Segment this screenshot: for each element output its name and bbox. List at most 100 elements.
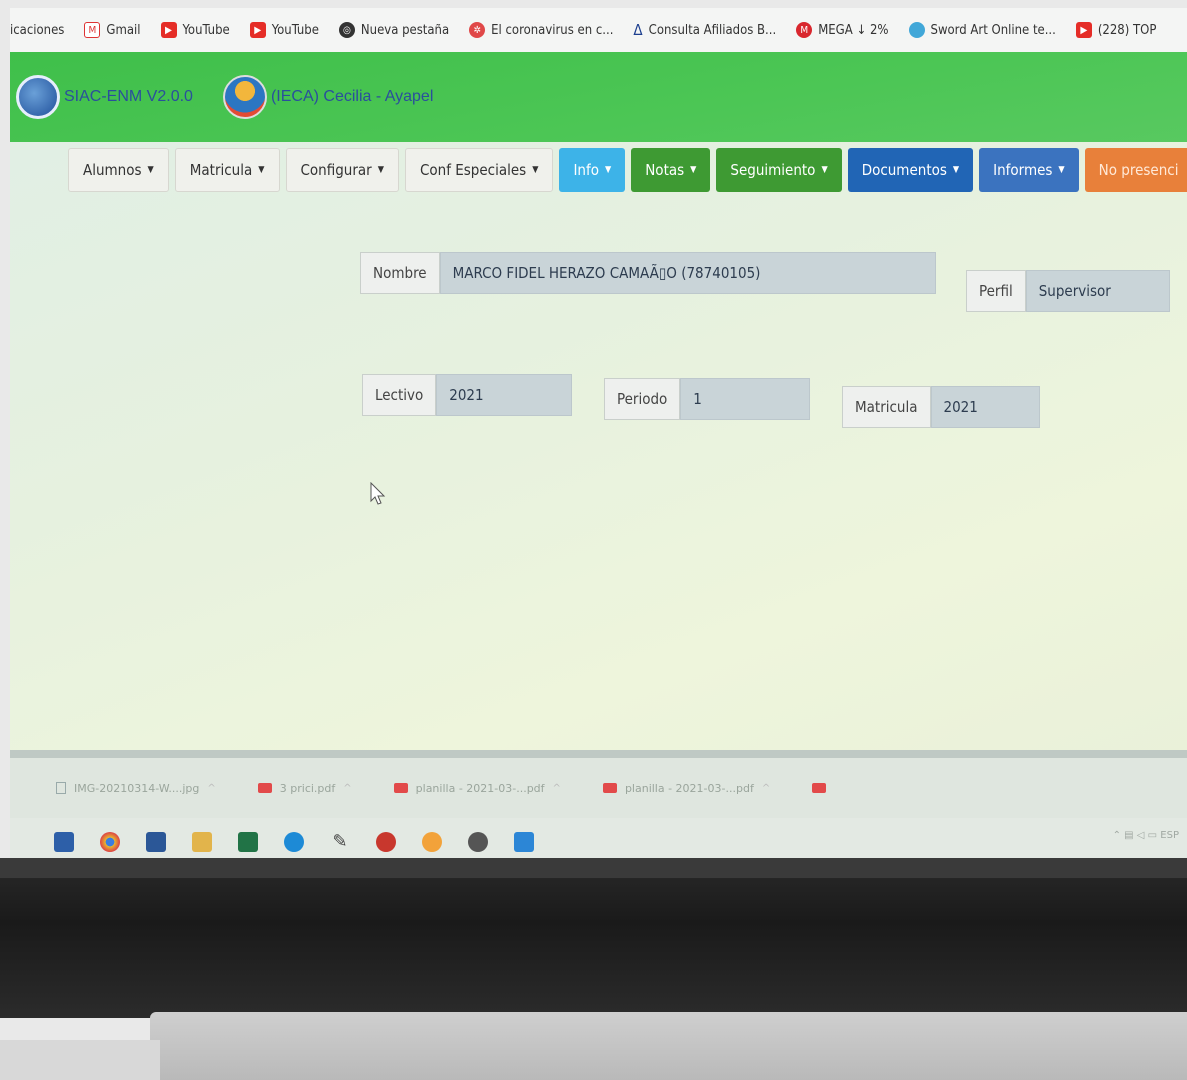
- photos-icon[interactable]: [514, 832, 534, 852]
- perfil-label: Perfil: [966, 270, 1026, 312]
- desk-surface: [0, 1040, 160, 1080]
- bookmark-label: El coronavirus en c...: [491, 22, 614, 38]
- bookmark-nueva-pestana[interactable]: ◎ Nueva pestaña: [338, 22, 450, 38]
- caret-down-icon: ▼: [532, 165, 539, 175]
- triangle-icon: Δ: [633, 21, 643, 39]
- tray-lang: ESP: [1160, 830, 1179, 841]
- nav-matricula[interactable]: Matricula ▼: [174, 148, 280, 192]
- blue-dot-icon: [908, 22, 925, 38]
- windows-start-icon[interactable]: [54, 832, 74, 852]
- nombre-field: Nombre MARCO FIDEL HERAZO CAMAÃ▯O (78740…: [360, 252, 936, 294]
- chrome-icon[interactable]: [100, 832, 120, 852]
- bookmark-label: YouTube: [182, 22, 230, 38]
- mouse-cursor-icon: [370, 482, 386, 505]
- bookmark-label: Gmail: [106, 22, 141, 38]
- chevron-up-icon[interactable]: ^: [553, 783, 561, 794]
- download-item[interactable]: IMG-20210314-W....jpg ^: [56, 782, 216, 795]
- bookmark-apps[interactable]: icaciones: [10, 23, 64, 38]
- laptop-bezel-edge: [0, 858, 1187, 878]
- nav-notas[interactable]: Notas ▼: [631, 148, 711, 192]
- file-icon: [56, 782, 66, 794]
- bookmark-label: Consulta Afiliados B...: [648, 22, 777, 38]
- bookmark-label: YouTube: [271, 22, 319, 38]
- laptop-base: [150, 1012, 1187, 1080]
- nav-documentos[interactable]: Documentos ▼: [847, 148, 974, 192]
- virus-icon: ✲: [469, 22, 486, 38]
- caret-down-icon: ▼: [377, 165, 384, 175]
- app-name: SIAC-ENM V2.0.0: [64, 88, 193, 105]
- bookmark-mega[interactable]: M MEGA ↓ 2%: [796, 22, 889, 38]
- bookmark-sword-art[interactable]: Sword Art Online te...: [908, 22, 1056, 38]
- caret-down-icon: ▼: [690, 165, 697, 175]
- nav-conf-especiales[interactable]: Conf Especiales ▼: [404, 148, 554, 192]
- nav-label: Configurar: [300, 161, 372, 179]
- bookmark-label: icaciones: [10, 22, 65, 38]
- app-orange-icon[interactable]: [422, 832, 442, 852]
- youtube-icon: ▶: [249, 22, 266, 38]
- nav-label: Info: [573, 161, 599, 179]
- bookmark-coronavirus[interactable]: ✲ El coronavirus en c...: [469, 22, 613, 38]
- nav-configurar[interactable]: Configurar ▼: [285, 148, 399, 192]
- nav-label: Seguimiento: [730, 161, 816, 179]
- download-item[interactable]: planilla - 2021-03-...pdf ^: [393, 781, 561, 795]
- download-label: planilla - 2021-03-...pdf: [415, 781, 545, 795]
- mega-icon: M: [796, 22, 813, 38]
- bookmark-youtube-2[interactable]: ▶ YouTube: [249, 22, 319, 38]
- folder-icon[interactable]: [192, 832, 212, 852]
- laptop-bezel: [0, 858, 1187, 1018]
- nav-no-presencial[interactable]: No presenci: [1084, 148, 1187, 192]
- school-brand: (IECA) Cecilia - Ayapel: [222, 75, 434, 119]
- nombre-value: MARCO FIDEL HERAZO CAMAÃ▯O (78740105): [439, 252, 936, 294]
- nav-label: Informes: [993, 161, 1053, 179]
- downloads-bar: IMG-20210314-W....jpg ^ 3 prici.pdf ^ pl…: [10, 750, 1187, 818]
- lectivo-label: Lectivo: [362, 374, 437, 416]
- nav-seguimiento[interactable]: Seguimiento ▼: [716, 148, 842, 192]
- main-nav: Alumnos ▼ Matricula ▼ Configurar ▼ Conf Esp…: [68, 148, 1187, 192]
- obs-icon[interactable]: [468, 832, 488, 852]
- pdf-icon: [393, 783, 408, 793]
- periodo-label: Periodo: [604, 378, 681, 420]
- perfil-value: Supervisor: [1025, 270, 1170, 312]
- nombre-label: Nombre: [360, 252, 440, 294]
- download-label: planilla - 2021-03-...pdf: [624, 781, 754, 795]
- download-item[interactable]: 3 prici.pdf ^: [257, 782, 352, 795]
- nav-info[interactable]: Info ▼: [559, 148, 626, 192]
- school-name: (IECA) Cecilia - Ayapel: [270, 88, 434, 105]
- bookmarks-bar: icaciones M Gmail ▶ YouTube ▶ YouTube ◎ …: [10, 8, 1187, 52]
- chevron-up-icon[interactable]: ^: [343, 783, 351, 794]
- app-red-icon[interactable]: [376, 832, 396, 852]
- word-icon[interactable]: [146, 832, 166, 852]
- system-tray[interactable]: ⌃ ▤ ◁ ▭ ESP: [1113, 830, 1179, 841]
- nav-label: Alumnos: [83, 161, 142, 179]
- app-brand[interactable]: SIAC-ENM V2.0.0: [16, 75, 193, 119]
- nav-label: Conf Especiales: [419, 161, 527, 179]
- edge-icon[interactable]: [284, 832, 304, 852]
- pdf-icon: [602, 783, 617, 793]
- lectivo-field: Lectivo 2021: [362, 374, 572, 416]
- nav-alumnos[interactable]: Alumnos ▼: [68, 148, 169, 192]
- bookmark-gmail[interactable]: M Gmail: [84, 22, 141, 38]
- bookmark-label: (228) TOP: [1097, 22, 1157, 38]
- bookmark-label: MEGA ↓ 2%: [818, 22, 889, 38]
- nav-label: Matricula: [189, 161, 253, 179]
- nav-informes[interactable]: Informes ▼: [979, 148, 1079, 192]
- caret-down-icon: ▼: [821, 165, 828, 175]
- chevron-up-icon[interactable]: ^: [207, 783, 215, 794]
- bookmark-youtube-1[interactable]: ▶ YouTube: [160, 22, 230, 38]
- download-item[interactable]: planilla - 2021-03-...pdf ^: [602, 781, 770, 795]
- pen-icon[interactable]: ✎: [330, 832, 350, 852]
- matricula-field: Matricula 2021: [842, 386, 1040, 428]
- bookmark-youtube-top[interactable]: ▶ (228) TOP: [1075, 22, 1157, 38]
- excel-icon[interactable]: [238, 832, 258, 852]
- download-item[interactable]: [812, 783, 827, 793]
- chevron-up-icon[interactable]: ^: [762, 783, 770, 794]
- app-header: SIAC-ENM V2.0.0 (IECA) Cecilia - Ayapel: [10, 52, 1187, 142]
- periodo-value: 1: [680, 378, 810, 420]
- globe-icon: ◎: [338, 22, 355, 38]
- bookmark-label: Sword Art Online te...: [930, 22, 1056, 38]
- bookmark-consulta-afiliados[interactable]: Δ Consulta Afiliados B...: [633, 21, 776, 39]
- pdf-icon: [812, 783, 827, 793]
- bookmark-label: Nueva pestaña: [360, 22, 450, 38]
- nav-label: Documentos: [861, 161, 947, 179]
- perfil-field: Perfil Supervisor: [966, 270, 1170, 312]
